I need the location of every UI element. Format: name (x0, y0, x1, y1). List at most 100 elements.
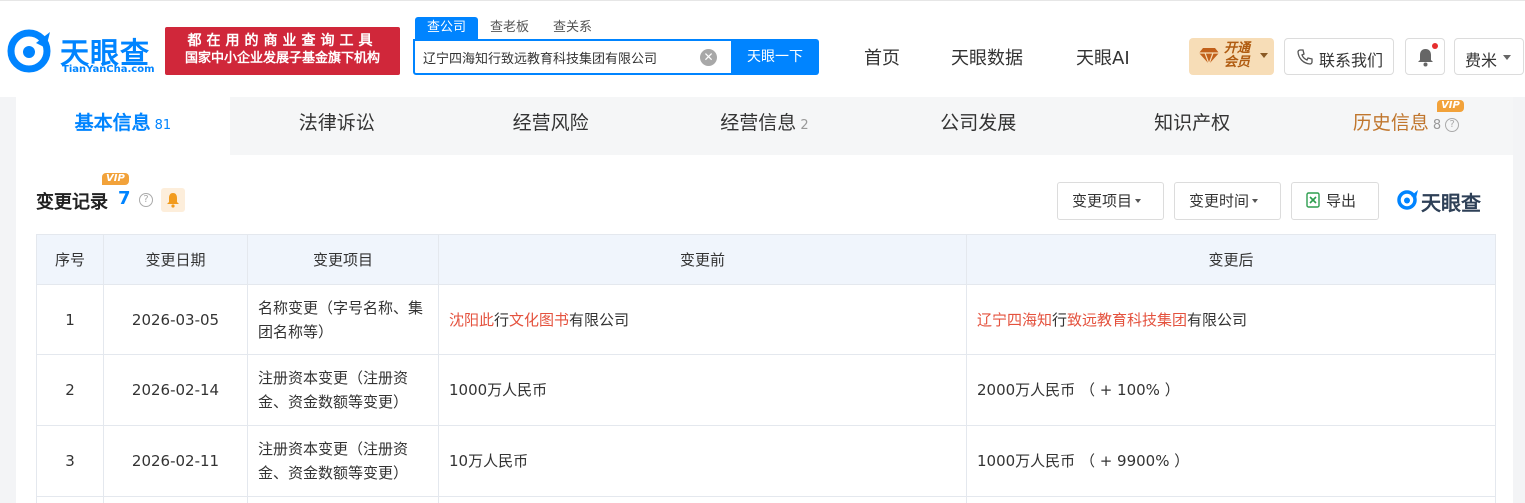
chevron-down-icon (1260, 53, 1268, 58)
tab-label: 公司发展 (940, 112, 1017, 134)
tab-count: 81 (154, 118, 172, 133)
company-tabs: 基本信息 81 法律诉讼 经营风险 经营信息 2 公司发展 知识产权 VIP 历史信… (16, 97, 1513, 155)
cell-before: 沈阳此行文化图书有限公司 (438, 284, 967, 355)
phone-icon (1297, 49, 1313, 65)
excel-icon (1306, 192, 1320, 208)
bell-icon (167, 193, 179, 208)
tab-label: 历史信息 (1352, 112, 1429, 134)
monitor-alert-button[interactable] (161, 188, 185, 212)
notification-dot (1432, 43, 1438, 49)
vip-label: 开通 会员 (1224, 42, 1254, 70)
slogan-banner: 都在用的商业查询工具 国家中小企业发展子基金旗下机构 (165, 27, 400, 75)
cell-empty (438, 496, 967, 503)
table-header-row: 序号 变更日期 变更项目 变更前 变更后 (36, 234, 1496, 285)
clear-search-icon[interactable]: ✕ (700, 49, 717, 66)
logo-domain: TianYanCha.com (62, 64, 155, 75)
user-menu-button[interactable]: 费米 (1454, 38, 1524, 75)
tab-development[interactable]: 公司发展 (871, 97, 1085, 155)
cell-index: 3 (36, 425, 104, 497)
change-record-table: 序号 变更日期 变更项目 变更前 变更后 1 2026-03-05 名称变更（字… (36, 234, 1496, 503)
cell-empty (36, 496, 104, 503)
table-row: 2 2026-02-14 注册资本变更（注册资金、资金数额等变更） 1000万人… (36, 354, 1496, 426)
chevron-down-icon (1135, 199, 1142, 203)
highlight-text: 文化图书 (509, 310, 570, 329)
cell-empty (103, 496, 248, 503)
search-input[interactable] (423, 41, 703, 73)
col-header-date: 变更日期 (103, 234, 248, 285)
watermark-text: 天眼查 (1421, 191, 1481, 215)
filter-label: 变更项目 (1072, 192, 1133, 210)
nav-tianyan-ai[interactable]: 天眼AI (1076, 44, 1130, 70)
cell-item: 注册资本变更（注册资金、资金数额等变更） (247, 425, 439, 497)
contact-us-button[interactable]: 联系我们 (1284, 38, 1394, 75)
export-button[interactable]: 导出 (1291, 182, 1379, 220)
vip-badge: VIP (102, 173, 129, 185)
tianyancha-logo-icon (1397, 190, 1418, 210)
tab-count: 2 (800, 118, 809, 133)
highlight-text: 辽宁四海知 (977, 310, 1053, 329)
cell-before: 10万人民币 (438, 425, 967, 497)
cell-index: 2 (36, 354, 104, 426)
table-row-partial (36, 496, 1496, 503)
vip-badge: VIP (1437, 100, 1464, 112)
cell-after: 2000万人民币 （ + 100% ） (966, 354, 1496, 426)
contact-us-label: 联系我们 (1319, 51, 1384, 70)
tab-basic-info[interactable]: 基本信息 81 (16, 97, 230, 155)
top-header: 天眼查 TianYanCha.com 都在用的商业查询工具 国家中小企业发展子基… (0, 0, 1525, 97)
filter-change-time[interactable]: 变更时间 (1174, 182, 1281, 220)
tab-label: 法律诉讼 (298, 112, 375, 134)
chevron-down-icon (1503, 55, 1511, 60)
tab-label: 经营风险 (512, 112, 589, 134)
plain-text: 行 (494, 310, 510, 329)
cell-date: 2026-02-14 (103, 354, 248, 426)
tab-count: 8 (1432, 118, 1442, 133)
nav-home[interactable]: 首页 (864, 44, 900, 70)
site-logo[interactable]: 天眼查 TianYanCha.com (6, 24, 160, 80)
help-icon[interactable]: ? (1445, 118, 1460, 132)
table-row: 1 2026-03-05 名称变更（字号名称、集团名称等） 沈阳此行文化图书有限… (36, 284, 1496, 355)
cell-before: 1000万人民币 (438, 354, 967, 426)
user-name: 费米 (1465, 51, 1498, 70)
tab-business-info[interactable]: 经营信息 2 (658, 97, 872, 155)
slogan-line-1: 都在用的商业查询工具 (187, 33, 378, 49)
search-type-tabs: 查公司 查老板 查关系 (415, 17, 604, 39)
tab-risk[interactable]: 经营风险 (444, 97, 658, 155)
tab-ip[interactable]: 知识产权 (1085, 97, 1299, 155)
cell-index: 1 (36, 284, 104, 355)
chevron-down-icon (1252, 199, 1259, 203)
section-title: 变更记录 (36, 192, 108, 213)
notifications-button[interactable] (1405, 38, 1445, 75)
tab-history[interactable]: VIP 历史信息 8? (1299, 97, 1513, 155)
filter-change-item[interactable]: 变更项目 (1057, 182, 1164, 220)
cell-item: 名称变更（字号名称、集团名称等） (247, 284, 439, 355)
col-header-item: 变更项目 (247, 234, 439, 285)
col-header-after: 变更后 (966, 234, 1496, 285)
search-button[interactable]: 天眼一下 (731, 39, 819, 75)
tab-legal[interactable]: 法律诉讼 (230, 97, 444, 155)
vip-label-line-1: 开通 (1224, 41, 1251, 56)
nav-tianyan-data[interactable]: 天眼数据 (951, 44, 1023, 70)
bell-icon (1418, 49, 1433, 67)
highlight-text: 致远教育科技集团 (1067, 310, 1188, 329)
cell-empty (966, 496, 1496, 503)
cell-after: 1000万人民币 （ + 9900% ） (966, 425, 1496, 497)
section-count: 7 (118, 188, 131, 209)
tianyancha-watermark: 天眼查 (1397, 186, 1497, 215)
vip-label-line-2: 会员 (1224, 55, 1251, 70)
cell-empty (247, 496, 439, 503)
help-icon[interactable]: ? (139, 193, 153, 207)
tab-label: 知识产权 (1154, 112, 1231, 134)
cell-after: 辽宁四海知行致远教育科技集团有限公司 (966, 284, 1496, 355)
top-border (0, 0, 1525, 1)
filter-label: 变更时间 (1189, 192, 1250, 210)
col-header-before: 变更前 (438, 234, 967, 285)
tab-label: 经营信息 (720, 112, 797, 134)
highlight-text: 沈阳此 (449, 310, 495, 329)
diamond-icon (1199, 48, 1219, 65)
search-tab-company[interactable]: 查公司 (415, 17, 479, 39)
plain-text: 有限公司 (569, 310, 630, 329)
search-tab-relation[interactable]: 查关系 (541, 17, 604, 39)
search-tab-boss[interactable]: 查老板 (478, 17, 541, 39)
open-vip-button[interactable]: 开通 会员 (1189, 38, 1274, 75)
slogan-line-2: 国家中小企业发展子基金旗下机构 (184, 51, 380, 66)
